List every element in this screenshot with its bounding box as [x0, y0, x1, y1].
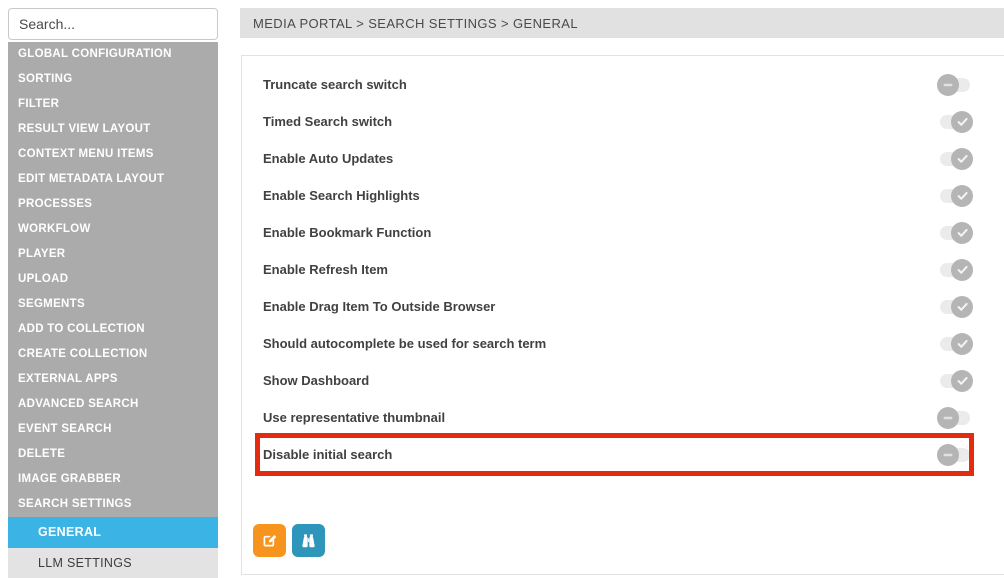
check-icon — [951, 111, 973, 133]
sidebar-subitem-general[interactable]: GENERAL — [8, 517, 218, 548]
toggle-switch-off[interactable] — [940, 448, 970, 462]
toggle-switch-off[interactable] — [940, 411, 970, 425]
find-button[interactable] — [292, 524, 325, 557]
sidebar-item-event-search[interactable]: EVENT SEARCH — [8, 417, 218, 442]
setting-label: Enable Auto Updates — [263, 151, 393, 166]
binoculars-icon — [300, 532, 317, 549]
setting-row: Enable Bookmark Function — [242, 214, 1004, 251]
sidebar-item-sorting[interactable]: SORTING — [8, 67, 218, 92]
check-icon — [951, 296, 973, 318]
setting-label: Enable Bookmark Function — [263, 225, 431, 240]
setting-row: Disable initial search — [242, 436, 1004, 473]
sidebar-subitem-llm-settings[interactable]: LLM SETTINGS — [8, 548, 218, 578]
settings-rows: Truncate search switch Timed Search switc… — [242, 56, 1004, 473]
breadcrumb: MEDIA PORTAL > SEARCH SETTINGS > GENERAL — [240, 8, 1004, 38]
sidebar-item-external-apps[interactable]: EXTERNAL APPS — [8, 367, 218, 392]
sidebar-item-processes[interactable]: PROCESSES — [8, 192, 218, 217]
check-icon — [951, 370, 973, 392]
setting-label: Should autocomplete be used for search t… — [263, 336, 546, 351]
setting-label: Use representative thumbnail — [263, 410, 445, 425]
setting-label: Show Dashboard — [263, 373, 369, 388]
minus-icon — [937, 74, 959, 96]
toggle-switch-on[interactable] — [940, 263, 970, 277]
sidebar-item-add-to-collection[interactable]: ADD TO COLLECTION — [8, 317, 218, 342]
sidebar-item-advanced-search[interactable]: ADVANCED SEARCH — [8, 392, 218, 417]
sidebar-item-edit-metadata-layout[interactable]: EDIT METADATA LAYOUT — [8, 167, 218, 192]
setting-label: Enable Drag Item To Outside Browser — [263, 299, 495, 314]
setting-row: Enable Auto Updates — [242, 140, 1004, 177]
sidebar-item-filter[interactable]: FILTER — [8, 92, 218, 117]
sidebar-item-create-collection[interactable]: CREATE COLLECTION — [8, 342, 218, 367]
check-icon — [951, 148, 973, 170]
search-input[interactable] — [8, 8, 218, 40]
check-icon — [951, 333, 973, 355]
edit-button[interactable] — [253, 524, 286, 557]
sidebar-item-global-configuration[interactable]: GLOBAL CONFIGURATION — [8, 42, 218, 67]
toggle-switch-on[interactable] — [940, 374, 970, 388]
setting-row: Truncate search switch — [242, 66, 1004, 103]
setting-row: Timed Search switch — [242, 103, 1004, 140]
setting-label: Truncate search switch — [263, 77, 407, 92]
sidebar-item-delete[interactable]: DELETE — [8, 442, 218, 467]
setting-row: Show Dashboard — [242, 362, 1004, 399]
check-icon — [951, 185, 973, 207]
check-icon — [951, 259, 973, 281]
toggle-switch-on[interactable] — [940, 115, 970, 129]
minus-icon — [937, 407, 959, 429]
setting-label: Enable Search Highlights — [263, 188, 420, 203]
sidebar-item-segments[interactable]: SEGMENTS — [8, 292, 218, 317]
sidebar-item-search-settings[interactable]: SEARCH SETTINGS — [8, 492, 218, 517]
setting-row: Should autocomplete be used for search t… — [242, 325, 1004, 362]
minus-icon — [937, 444, 959, 466]
check-icon — [951, 222, 973, 244]
breadcrumb-text: MEDIA PORTAL > SEARCH SETTINGS > GENERAL — [253, 16, 578, 31]
settings-panel: Truncate search switch Timed Search switc… — [241, 55, 1004, 575]
sidebar-item-upload[interactable]: UPLOAD — [8, 267, 218, 292]
setting-label: Timed Search switch — [263, 114, 392, 129]
setting-row: Enable Refresh Item — [242, 251, 1004, 288]
toggle-switch-on[interactable] — [940, 337, 970, 351]
sidebar: GLOBAL CONFIGURATIONSORTINGFILTERRESULT … — [8, 8, 218, 578]
toggle-switch-on[interactable] — [940, 226, 970, 240]
toggle-switch-on[interactable] — [940, 300, 970, 314]
sidebar-nav: GLOBAL CONFIGURATIONSORTINGFILTERRESULT … — [8, 42, 218, 578]
sidebar-item-workflow[interactable]: WORKFLOW — [8, 217, 218, 242]
sidebar-item-context-menu-items[interactable]: CONTEXT MENU ITEMS — [8, 142, 218, 167]
pencil-square-icon — [261, 532, 278, 549]
toggle-switch-on[interactable] — [940, 189, 970, 203]
setting-row: Use representative thumbnail — [242, 399, 1004, 436]
sidebar-item-result-view-layout[interactable]: RESULT VIEW LAYOUT — [8, 117, 218, 142]
toggle-switch-off[interactable] — [940, 78, 970, 92]
setting-row: Enable Drag Item To Outside Browser — [242, 288, 1004, 325]
action-buttons — [253, 524, 1004, 557]
setting-row: Enable Search Highlights — [242, 177, 1004, 214]
toggle-switch-on[interactable] — [940, 152, 970, 166]
sidebar-item-image-grabber[interactable]: IMAGE GRABBER — [8, 467, 218, 492]
setting-label: Enable Refresh Item — [263, 262, 388, 277]
sidebar-item-player[interactable]: PLAYER — [8, 242, 218, 267]
setting-label: Disable initial search — [263, 447, 392, 462]
